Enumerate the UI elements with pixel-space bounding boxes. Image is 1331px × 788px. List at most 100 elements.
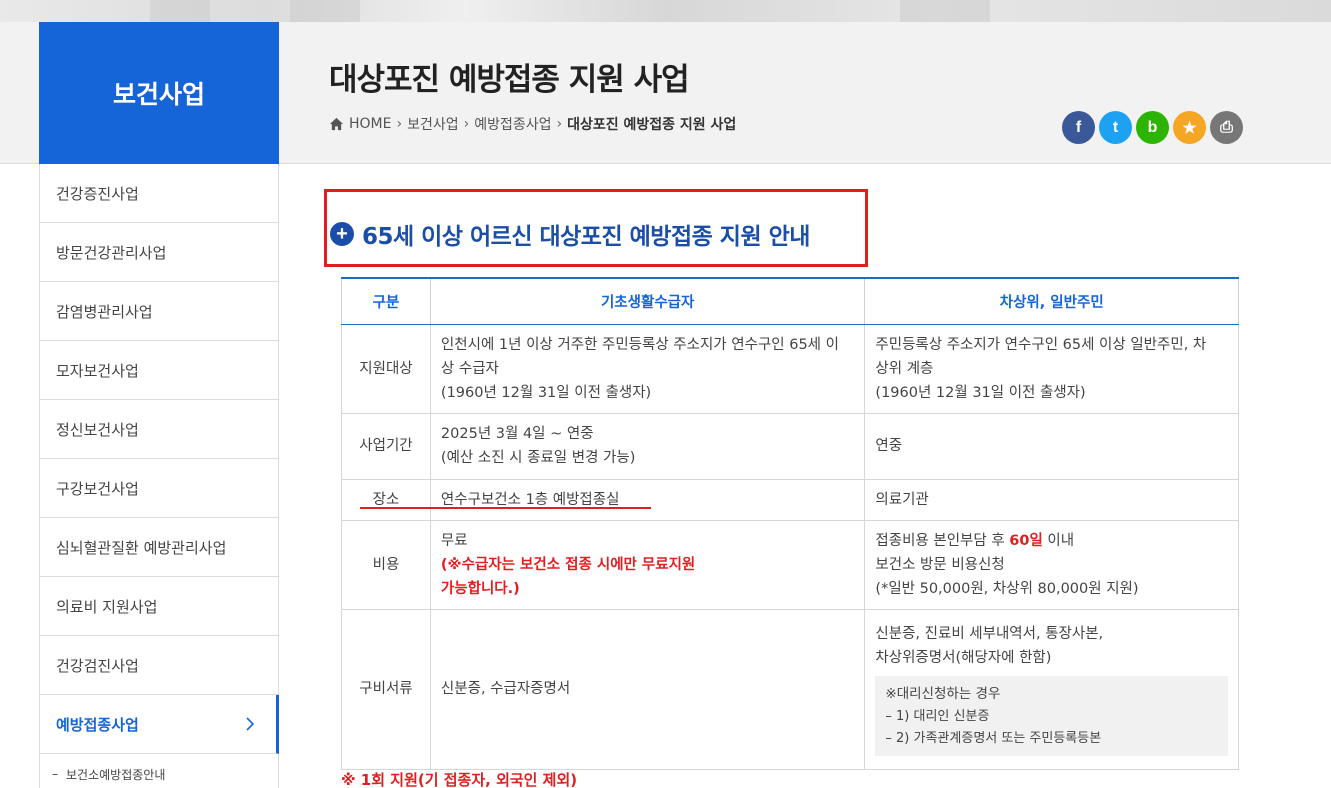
free-notice: (※수급자는 보건소 접종 시에만 무료지원 bbox=[440, 556, 696, 573]
print-button[interactable]: ⎙ bbox=[1210, 111, 1243, 144]
table-header: 구분 bbox=[341, 277, 431, 325]
sidebar-subitem-label: 보건소예방접종안내 bbox=[66, 767, 166, 782]
table-row-target: 지원대상 인천시에 1년 이상 거주한 주민등록상 주소지가 연수구인 65세 … bbox=[341, 323, 1239, 414]
table-cell: 접종비용 본인부담 후 60일 이내 보건소 방문 비용신청 (*일반 50,0… bbox=[864, 519, 1239, 610]
cell-line: 신분증, 진료비 세부내역서, 통장사본, bbox=[875, 626, 1104, 642]
sidebar-item-medical-support[interactable]: 의료비 지원사업 bbox=[39, 577, 279, 636]
cell-line: (1960년 12월 31일 이전 출생자) bbox=[440, 384, 652, 401]
table-cell: 무료 (※수급자는 보건소 접종 시에만 무료지원 가능합니다.) bbox=[429, 519, 866, 610]
sidebar-nav: 건강증진사업 방문건강관리사업 감염병관리사업 모자보건사업 정신보건사업 구강… bbox=[39, 164, 279, 788]
cell-line: 차상위증명서(해당자에 한함) bbox=[875, 650, 1052, 666]
home-icon[interactable] bbox=[329, 117, 344, 131]
table-cell: 2025년 3월 4일 ~ 연중 (예산 소진 시 종료일 변경 가능) bbox=[429, 412, 866, 480]
cell-line: 인천시에 1년 이상 거주한 주민등록상 주소지가 연수구인 65세 이 bbox=[440, 336, 839, 353]
sidebar-item-label: 정신보건사업 bbox=[56, 420, 139, 439]
chevron-right-icon bbox=[246, 717, 255, 731]
breadcrumb-current: 대상포진 예방접종 지원 사업 bbox=[567, 117, 737, 133]
banner-decoration bbox=[900, 0, 990, 22]
sidebar-item-maternal-child[interactable]: 모자보건사업 bbox=[39, 341, 279, 400]
sidebar-item-label: 건강증진사업 bbox=[56, 184, 139, 203]
breadcrumb-separator-icon: › bbox=[463, 116, 470, 132]
plus-circle-icon: + bbox=[330, 222, 354, 246]
proxy-application-box: ※대리신청하는 경우 – 1) 대리인 신분증 – 2) 가족관계증명서 또는 … bbox=[875, 676, 1228, 756]
table-cell: 주민등록상 주소지가 연수구인 65세 이상 일반주민, 차 상위 계층 (19… bbox=[864, 323, 1239, 414]
sidebar-item-oral-health[interactable]: 구강보건사업 bbox=[39, 459, 279, 518]
table-cell: 신분증, 수급자증명서 bbox=[429, 608, 866, 770]
sidebar-item-label: 의료비 지원사업 bbox=[56, 597, 158, 616]
sidebar-item-infectious-disease[interactable]: 감염병관리사업 bbox=[39, 282, 279, 341]
footnote: ※ 1회 지원(기 접종자, 외국인 제외) bbox=[341, 771, 578, 788]
cell-text: 접종비용 본인부담 후 bbox=[875, 532, 1010, 549]
proxy-box-item: – 1) 대리인 신분증 bbox=[885, 709, 990, 724]
share-buttons: f t b ★ ⎙ bbox=[1062, 111, 1243, 144]
top-banner-image bbox=[0, 0, 1331, 22]
breadcrumb-separator-icon: › bbox=[396, 116, 403, 132]
twitter-icon: t bbox=[1112, 118, 1119, 136]
proxy-box-title: ※대리신청하는 경우 bbox=[885, 686, 1001, 702]
proxy-box-item: – 2) 가족관계증명서 또는 주민등록등본 bbox=[885, 731, 1102, 746]
section-heading: + 65세 이상 어르신 대상포진 예방접종 지원 안내 bbox=[330, 217, 810, 251]
sidebar-item-mental-health[interactable]: 정신보건사업 bbox=[39, 400, 279, 459]
cell-text: 이내 bbox=[1042, 532, 1075, 549]
row-label: 지원대상 bbox=[341, 323, 431, 414]
breadcrumb: HOME › 보건사업 › 예방접종사업 › 대상포진 예방접종 지원 사업 bbox=[329, 114, 736, 134]
table-row-cost: 비용 무료 (※수급자는 보건소 접종 시에만 무료지원 가능합니다.) 접종비… bbox=[341, 519, 1239, 610]
row-label: 구비서류 bbox=[341, 608, 431, 770]
table-cell: 연중 bbox=[864, 412, 1239, 480]
table-row-docs: 구비서류 신분증, 수급자증명서 신분증, 진료비 세부내역서, 통장사본, 차… bbox=[341, 608, 1239, 770]
row-label: 사업기간 bbox=[341, 412, 431, 480]
dash-icon: – bbox=[52, 767, 58, 781]
row-label: 비용 bbox=[341, 519, 431, 610]
sidebar-item-label: 건강검진사업 bbox=[56, 656, 139, 675]
sidebar-item-label: 감염병관리사업 bbox=[56, 302, 153, 321]
facebook-share-button[interactable]: f bbox=[1062, 111, 1095, 144]
band-icon: b bbox=[1147, 118, 1158, 136]
table-cell: 연수구보건소 1층 예방접종실 bbox=[429, 478, 866, 521]
row-label: 장소 bbox=[341, 478, 431, 521]
support-info-table: 구분 기초생활수급자 차상위, 일반주민 지원대상 인천시에 1년 이상 거주한… bbox=[341, 277, 1239, 770]
cell-line: 상 수급자 bbox=[440, 360, 499, 377]
facebook-icon: f bbox=[1075, 118, 1082, 136]
page-title: 대상포진 예방접종 지원 사업 bbox=[329, 62, 690, 98]
sidebar-item-label: 방문건강관리사업 bbox=[56, 243, 167, 262]
cell-line: 보건소 방문 비용신청 bbox=[875, 556, 1005, 573]
sidebar-item-health-promotion[interactable]: 건강증진사업 bbox=[39, 164, 279, 223]
sidebar-item-label: 모자보건사업 bbox=[56, 361, 139, 380]
free-notice: 가능합니다.) bbox=[440, 580, 520, 597]
table-cell: 신분증, 진료비 세부내역서, 통장사본, 차상위증명서(해당자에 한함) ※대… bbox=[864, 608, 1239, 770]
table-header: 기초생활수급자 bbox=[429, 277, 866, 325]
banner-decoration bbox=[290, 0, 360, 22]
cell-line: (예산 소진 시 종료일 변경 가능) bbox=[440, 450, 636, 466]
cell-line: 상위 계층 bbox=[875, 360, 934, 377]
cell-line: 무료 bbox=[440, 532, 468, 549]
breadcrumb-level2[interactable]: 예방접종사업 bbox=[474, 114, 551, 134]
bookmark-button[interactable]: ★ bbox=[1173, 111, 1206, 144]
cell-line: 2025년 3월 4일 ~ 연중 bbox=[440, 426, 594, 442]
cell-line: 접종비용 본인부담 후 60일 이내 bbox=[875, 529, 1228, 553]
red-underline-annotation bbox=[360, 507, 651, 509]
twitter-share-button[interactable]: t bbox=[1099, 111, 1132, 144]
printer-icon: ⎙ bbox=[1220, 118, 1233, 136]
sidebar-subitem-vaccination-guide[interactable]: – 보건소예방접종안내 bbox=[39, 754, 279, 788]
sidebar-item-cardio[interactable]: 심뇌혈관질환 예방관리사업 bbox=[39, 518, 279, 577]
banner-decoration bbox=[150, 0, 210, 22]
band-share-button[interactable]: b bbox=[1136, 111, 1169, 144]
table-cell: 인천시에 1년 이상 거주한 주민등록상 주소지가 연수구인 65세 이 상 수… bbox=[429, 323, 866, 414]
cell-line: (*일반 50,000원, 차상위 80,000원 지원) bbox=[875, 580, 1139, 597]
table-header-row: 구분 기초생활수급자 차상위, 일반주민 bbox=[341, 277, 1239, 325]
cell-line: 주민등록상 주소지가 연수구인 65세 이상 일반주민, 차 bbox=[875, 336, 1207, 353]
table-header: 차상위, 일반주민 bbox=[864, 277, 1239, 325]
section-heading-text: 65세 이상 어르신 대상포진 예방접종 지원 안내 bbox=[362, 224, 810, 250]
breadcrumb-separator-icon: › bbox=[556, 116, 563, 132]
sidebar-item-vaccination[interactable]: 예방접종사업 bbox=[39, 695, 279, 754]
cell-line: (1960년 12월 31일 이전 출생자) bbox=[875, 384, 1086, 401]
breadcrumb-home[interactable]: HOME bbox=[349, 116, 391, 132]
section-title: 보건사업 bbox=[39, 22, 279, 164]
table-cell: 의료기관 bbox=[864, 478, 1239, 521]
sidebar-item-visiting-care[interactable]: 방문건강관리사업 bbox=[39, 223, 279, 282]
deadline-days: 60일 bbox=[1009, 532, 1043, 549]
sidebar-item-label: 심뇌혈관질환 예방관리사업 bbox=[56, 538, 227, 557]
breadcrumb-level1[interactable]: 보건사업 bbox=[407, 114, 459, 134]
sidebar-item-label: 구강보건사업 bbox=[56, 479, 139, 498]
sidebar-item-checkup[interactable]: 건강검진사업 bbox=[39, 636, 279, 695]
